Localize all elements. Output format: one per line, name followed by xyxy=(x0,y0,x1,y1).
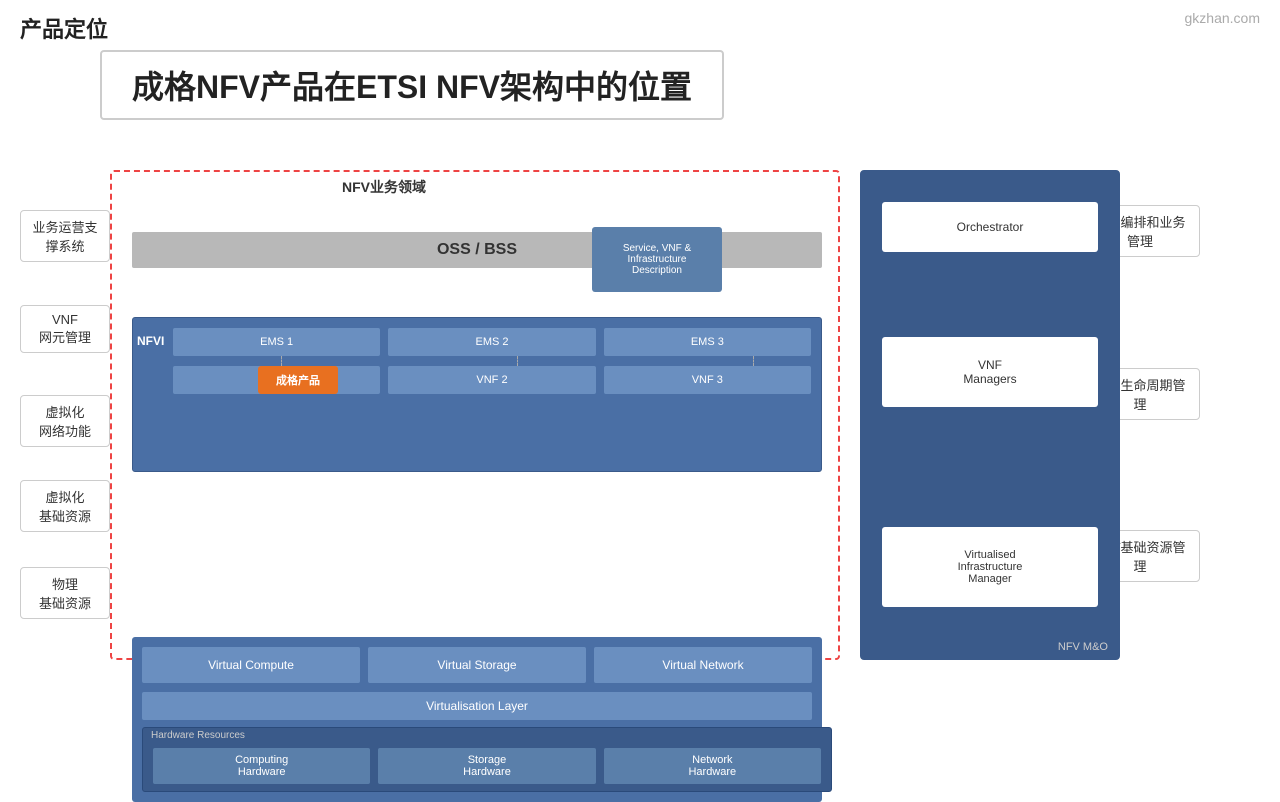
sidebar-label-bss: 业务运营支撑系统 xyxy=(20,210,110,262)
vnf-managers-box: VNF Managers xyxy=(882,337,1098,407)
vim-box: Virtualised Infrastructure Manager xyxy=(882,527,1098,607)
vnf-product-box: 成格产品 xyxy=(258,366,338,394)
hw-row: Computing Hardware Storage Hardware Netw… xyxy=(153,748,821,784)
sidebar-label-vnf-mgmt: VNF 网元管理 xyxy=(20,305,110,353)
ems-box-1: EMS 1 xyxy=(173,328,380,356)
orchestrator-box: Orchestrator xyxy=(882,202,1098,252)
vnf-box-3: VNF 3 xyxy=(604,366,811,394)
nfv-mo-label: NFV M&O xyxy=(1058,641,1108,653)
virtual-compute-box: Virtual Compute xyxy=(142,647,360,683)
dot-line-3 xyxy=(753,356,754,366)
ems-box-2: EMS 2 xyxy=(388,328,595,356)
nfv-business-title: NFV业务领域 xyxy=(342,177,426,197)
virtual-row: Virtual Compute Virtual Storage Virtual … xyxy=(142,647,812,683)
vnf-box-2: VNF 2 xyxy=(388,366,595,394)
dot-line-2 xyxy=(517,356,518,366)
nfv-business-domain: NFV业务领域 OSS / BSS Service, VNF & Infrast… xyxy=(110,170,840,660)
hw-label: Hardware Resources xyxy=(151,730,245,741)
virt-layer: Virtualisation Layer xyxy=(142,692,812,720)
main-title-box: 成格NFV产品在ETSI NFV架构中的位置 xyxy=(100,50,724,120)
virtual-storage-box: Virtual Storage xyxy=(368,647,586,683)
page-title: 产品定位 xyxy=(20,12,108,44)
ems-box-3: EMS 3 xyxy=(604,328,811,356)
dot-line-1 xyxy=(281,356,282,366)
hw-box-computing: Computing Hardware xyxy=(153,748,370,784)
vnf-section: EMS 1 EMS 2 EMS 3 VNF 1 VNF 2 VNF 3 成格产品 xyxy=(132,317,822,472)
nfv-management-domain: NFV管理 编排领域 Orchestrator VNF Managers Vir… xyxy=(860,170,1120,660)
hw-box-network: Network Hardware xyxy=(604,748,821,784)
virtual-network-box: Virtual Network xyxy=(594,647,812,683)
sidebar-label-virt-base: 虚拟化 基础资源 xyxy=(20,480,110,532)
ems-row: EMS 1 EMS 2 EMS 3 xyxy=(173,328,811,356)
service-desc-box: Service, VNF & Infrastructure Descriptio… xyxy=(592,227,722,292)
nfvi-label: NFVI xyxy=(137,334,164,348)
sidebar-label-hw-base: 物理 基础资源 xyxy=(20,567,110,619)
hw-section: Hardware Resources Computing Hardware St… xyxy=(142,727,832,792)
hw-box-storage: Storage Hardware xyxy=(378,748,595,784)
diagram-area: NFV业务领域 OSS / BSS Service, VNF & Infrast… xyxy=(110,170,1260,690)
sidebar-label-virt-net: 虚拟化 网络功能 xyxy=(20,395,110,447)
watermark: gkzhan.com xyxy=(1185,10,1260,26)
